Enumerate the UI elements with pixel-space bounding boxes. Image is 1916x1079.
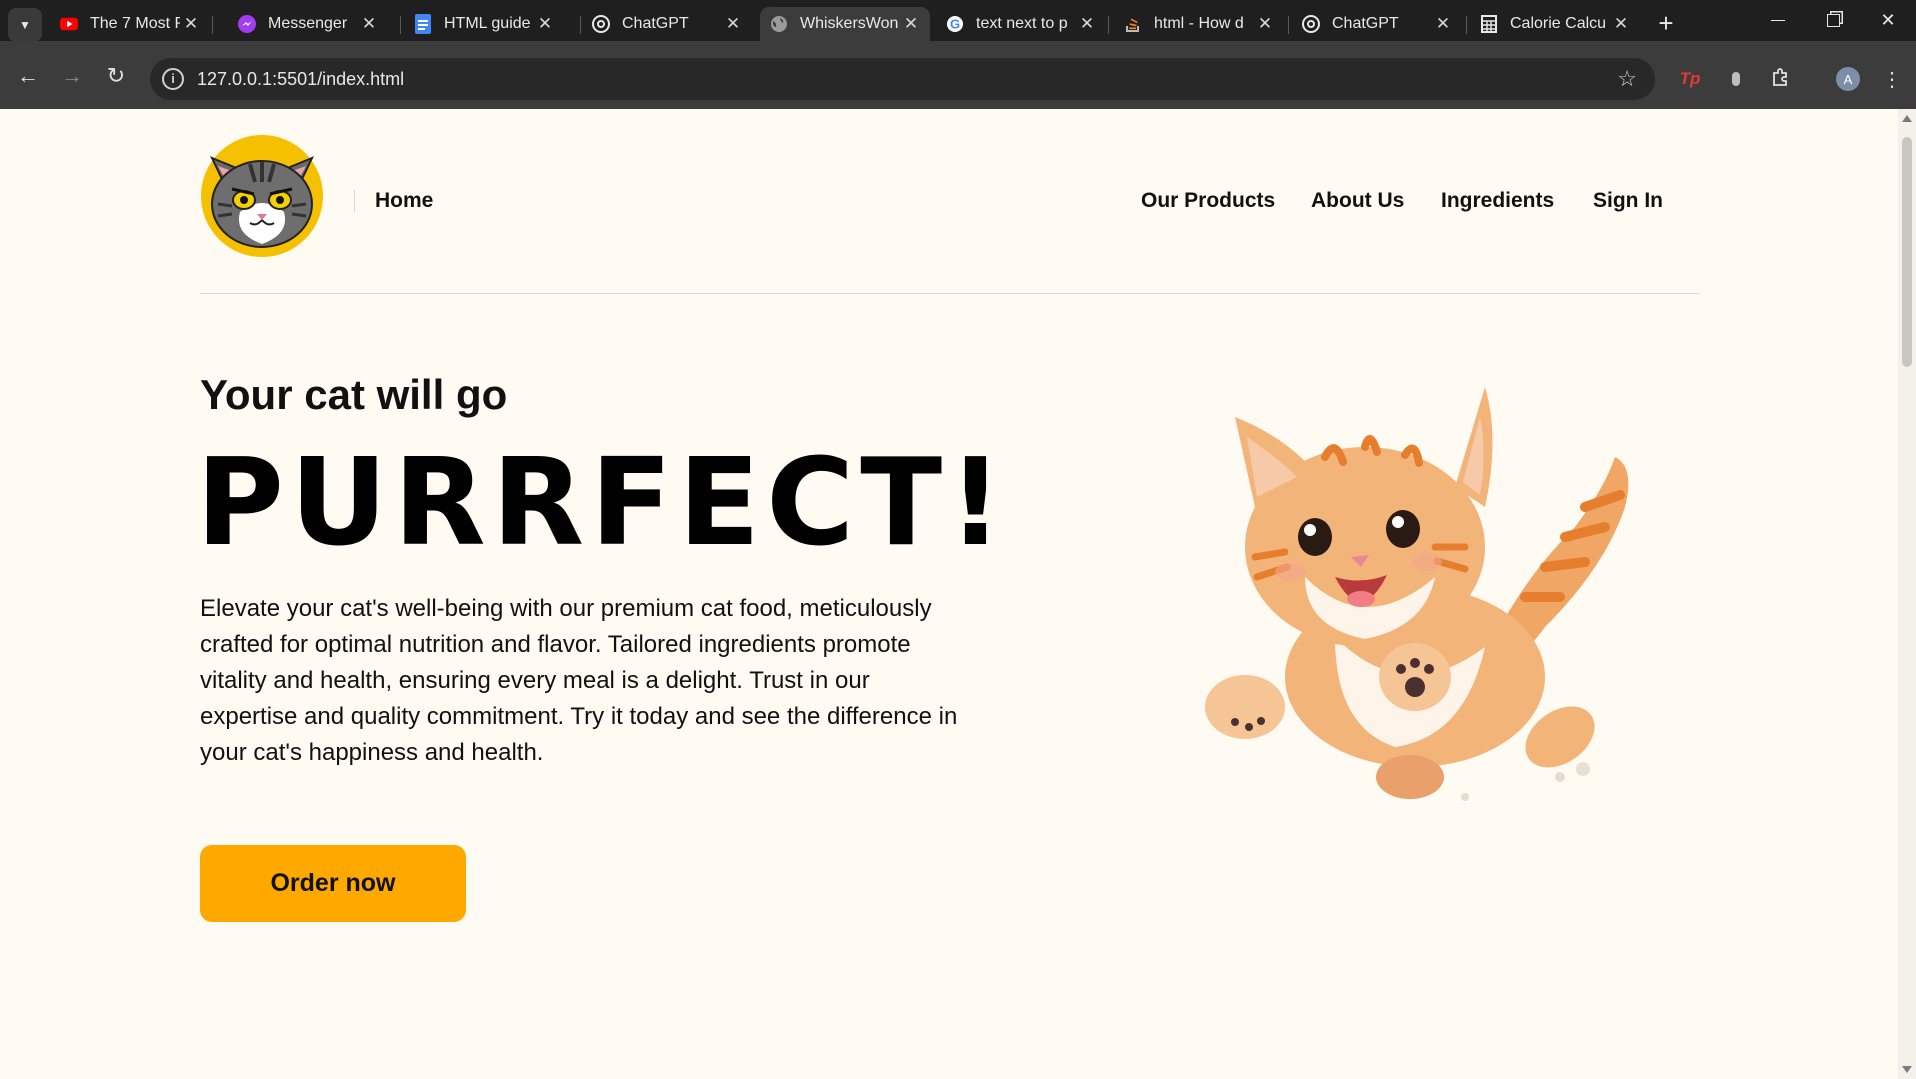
- tab-calorie-calc[interactable]: Calorie Calcu ✕: [1470, 7, 1640, 41]
- close-tab-icon[interactable]: ✕: [534, 14, 556, 34]
- tab-title: ChatGPT: [1332, 15, 1399, 32]
- tab-chatgpt-1[interactable]: ChatGPT ✕: [582, 7, 752, 41]
- address-bar[interactable]: i 127.0.0.1:5501/index.html ☆: [150, 58, 1655, 100]
- page-content: Home Our Products About Us Ingredients S…: [0, 109, 1898, 1079]
- order-now-button[interactable]: Order now: [200, 845, 466, 922]
- tab-google-search[interactable]: G text next to p ✕: [936, 7, 1106, 41]
- scroll-down-arrow-icon[interactable]: [1902, 1066, 1912, 1073]
- profile-button[interactable]: A: [1830, 58, 1866, 100]
- chevron-down-icon: ▼: [19, 18, 31, 32]
- close-tab-icon[interactable]: ✕: [180, 14, 202, 34]
- reload-button[interactable]: ↻: [98, 58, 134, 94]
- tab-title: Calorie Calcu: [1510, 15, 1607, 32]
- tp-extension-icon: Tp: [1679, 69, 1701, 88]
- tab-whiskerswon[interactable]: WhiskersWon ✕: [760, 7, 930, 41]
- close-window-button[interactable]: ✕: [1860, 0, 1916, 41]
- plus-icon: +: [1658, 7, 1674, 38]
- stackoverflow-icon: [1124, 15, 1142, 33]
- header-divider: [200, 293, 1700, 294]
- nav-ingredients-link[interactable]: Ingredients: [1441, 189, 1554, 213]
- avatar: A: [1836, 67, 1860, 91]
- extension-tp-button[interactable]: Tp: [1672, 58, 1708, 100]
- hero-kitten-image: [1165, 377, 1685, 817]
- kebab-menu-icon: ⋮: [1882, 68, 1902, 91]
- close-tab-icon[interactable]: ✕: [900, 14, 922, 34]
- new-tab-button[interactable]: +: [1650, 7, 1682, 39]
- close-tab-icon[interactable]: ✕: [722, 14, 744, 34]
- cat-logo-icon: [201, 135, 323, 257]
- hero-title: PURRFECT!: [196, 434, 1009, 573]
- minimize-button[interactable]: [1750, 0, 1806, 41]
- hero-kicker: Your cat will go: [200, 371, 508, 418]
- svg-text:G: G: [950, 17, 960, 32]
- scroll-up-arrow-icon[interactable]: [1902, 115, 1912, 122]
- close-tab-icon[interactable]: ✕: [1432, 14, 1454, 34]
- tab-youtube[interactable]: The 7 Most P ✕: [50, 7, 210, 41]
- close-tab-icon[interactable]: ✕: [1254, 14, 1276, 34]
- tab-stackoverflow[interactable]: html - How d ✕: [1114, 7, 1284, 41]
- close-icon: ✕: [1880, 10, 1896, 30]
- browser-menu-button[interactable]: ⋮: [1874, 58, 1910, 100]
- messenger-icon: [238, 15, 256, 33]
- tab-title: html - How d: [1154, 15, 1244, 32]
- restore-button[interactable]: [1805, 0, 1861, 41]
- extension-button[interactable]: [1718, 58, 1754, 100]
- tab-title: WhiskersWon: [800, 15, 899, 32]
- puzzle-icon: [1771, 67, 1791, 92]
- tab-messenger[interactable]: Messenger ✕: [228, 7, 388, 41]
- site-logo[interactable]: [200, 134, 324, 258]
- tab-html-guide[interactable]: HTML guide - ✕: [404, 7, 564, 41]
- tab-chatgpt-2[interactable]: ChatGPT ✕: [1292, 7, 1462, 41]
- nav-divider: [354, 190, 355, 212]
- nav-sign-in-link[interactable]: Sign In: [1593, 189, 1663, 213]
- restore-icon: [1826, 14, 1840, 27]
- tab-title: text next to p: [976, 15, 1068, 32]
- tab-title: The 7 Most P: [90, 15, 180, 32]
- hero-description: Elevate your cat's well-being with our p…: [200, 595, 958, 766]
- nav-about-us-link[interactable]: About Us: [1311, 189, 1404, 213]
- nav-home-link[interactable]: Home: [375, 189, 433, 213]
- tab-title: Messenger: [268, 15, 348, 32]
- back-button[interactable]: ←: [10, 58, 46, 94]
- kitten-illustration: [1205, 387, 1629, 801]
- extensions-menu-button[interactable]: [1763, 58, 1799, 100]
- page-scrollbar[interactable]: [1898, 109, 1916, 1079]
- close-tab-icon[interactable]: ✕: [1076, 14, 1098, 34]
- url-text[interactable]: 127.0.0.1:5501/index.html: [197, 69, 404, 90]
- chatgpt-icon: [592, 15, 610, 33]
- google-icon: G: [946, 15, 964, 33]
- youtube-icon: [60, 15, 78, 33]
- site-info-icon[interactable]: i: [162, 68, 184, 90]
- minimize-icon: [1771, 20, 1785, 21]
- calculator-icon: [1480, 15, 1498, 33]
- close-tab-icon[interactable]: ✕: [358, 14, 380, 34]
- browser-tab-bar: ▼ The 7 Most P ✕ Messenger ✕ HTML guide …: [0, 0, 1916, 42]
- scroll-thumb[interactable]: [1902, 137, 1912, 367]
- tab-title: ChatGPT: [622, 15, 689, 32]
- forward-button[interactable]: →: [54, 58, 90, 94]
- arrow-right-icon: →: [61, 63, 83, 88]
- nav-our-products-link[interactable]: Our Products: [1141, 189, 1275, 213]
- tab-title: HTML guide -: [444, 15, 534, 32]
- bookmark-star-icon[interactable]: ☆: [1617, 66, 1637, 92]
- chatgpt-icon: [1302, 15, 1320, 33]
- google-docs-icon: [414, 14, 432, 34]
- globe-icon: [770, 15, 788, 33]
- arrow-left-icon: ←: [17, 63, 39, 88]
- close-tab-icon[interactable]: ✕: [1610, 14, 1632, 34]
- tab-search-button[interactable]: ▼: [8, 8, 42, 42]
- extension-mic-icon: [1732, 72, 1740, 86]
- reload-icon: ↻: [106, 63, 126, 88]
